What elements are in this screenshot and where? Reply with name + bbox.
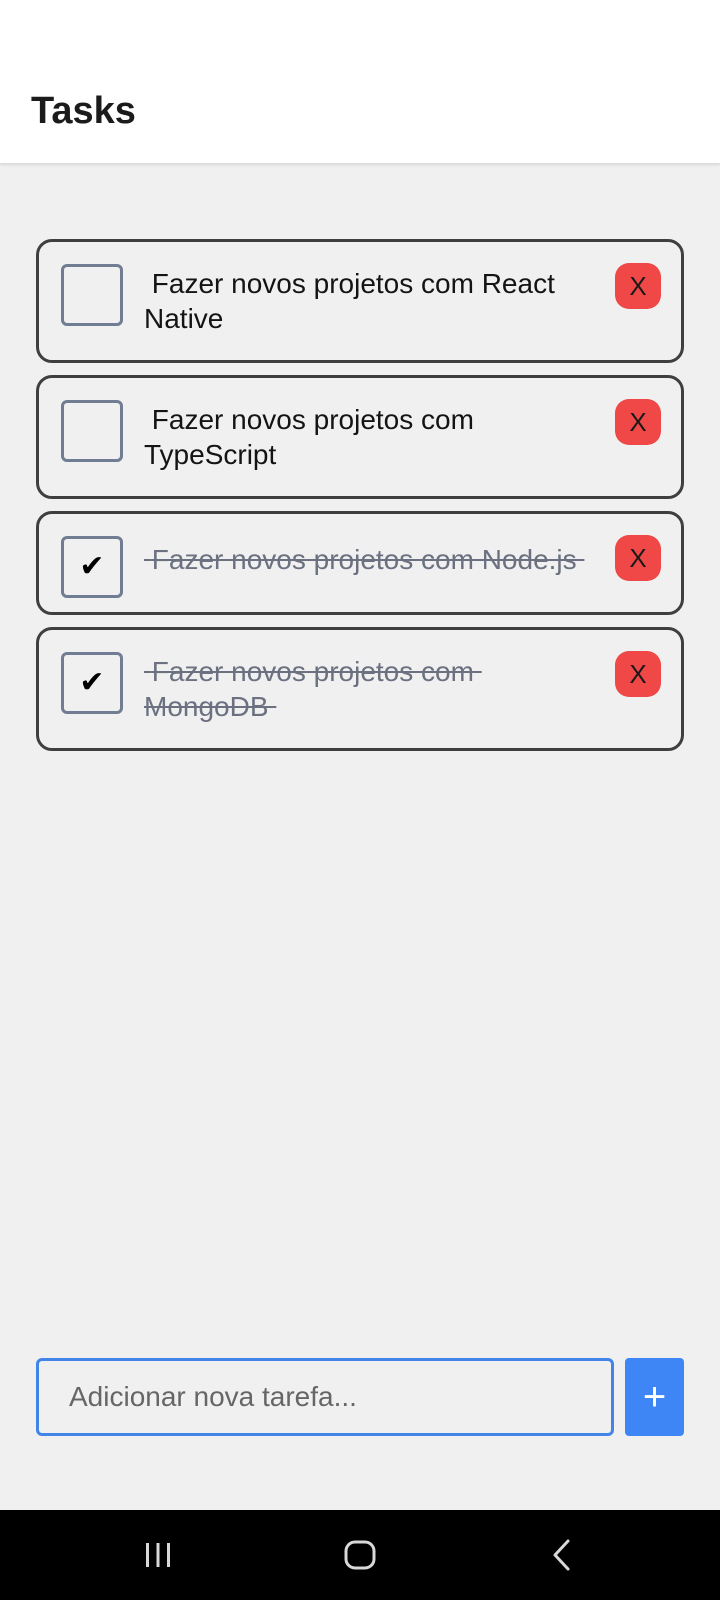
- back-icon: [553, 1539, 570, 1571]
- check-icon: ✔: [79, 549, 105, 584]
- task-text-completed: Fazer novos projetos com Node.js: [144, 544, 585, 575]
- app-header: Tasks: [0, 0, 720, 164]
- new-task-input[interactable]: [36, 1358, 614, 1436]
- task-text-completed: Fazer novos projetos com MongoDB: [144, 656, 482, 722]
- recent-apps-icon: [146, 1543, 170, 1567]
- delete-task-button[interactable]: X: [615, 651, 661, 697]
- add-task-button[interactable]: +: [625, 1358, 684, 1436]
- task-item: Fazer novos projetos com TypeScript X: [36, 375, 684, 499]
- task-text: Fazer novos projetos com TypeScript: [144, 404, 482, 470]
- back-button[interactable]: [512, 1510, 612, 1600]
- task-checkbox[interactable]: [61, 264, 123, 326]
- system-nav-bar: [0, 1510, 720, 1600]
- task-text: Fazer novos projetos com React Native: [144, 268, 563, 334]
- task-checkbox[interactable]: [61, 400, 123, 462]
- delete-task-button[interactable]: X: [615, 263, 661, 309]
- task-item: ✔ Fazer novos projetos com MongoDB X: [36, 627, 684, 751]
- task-item: Fazer novos projetos com React Native X: [36, 239, 684, 363]
- task-checkbox-checked[interactable]: ✔: [61, 536, 123, 598]
- task-item: ✔ Fazer novos projetos com Node.js X: [36, 511, 684, 615]
- recent-apps-button[interactable]: [108, 1510, 208, 1600]
- app-screen: Tasks Fazer novos projetos com React Nat…: [0, 0, 720, 1600]
- page-title: Tasks: [31, 90, 136, 132]
- home-button[interactable]: [310, 1510, 410, 1600]
- task-list: Fazer novos projetos com React Native X …: [36, 239, 684, 763]
- home-icon: [344, 1540, 376, 1570]
- delete-task-button[interactable]: X: [615, 399, 661, 445]
- delete-task-button[interactable]: X: [615, 535, 661, 581]
- task-checkbox-checked[interactable]: ✔: [61, 652, 123, 714]
- check-icon: ✔: [79, 665, 105, 700]
- add-task-row: +: [36, 1358, 684, 1436]
